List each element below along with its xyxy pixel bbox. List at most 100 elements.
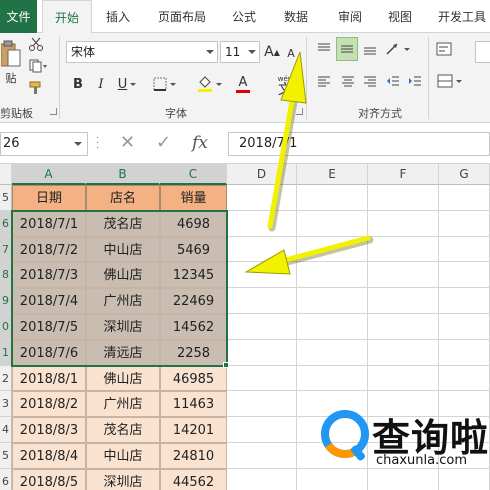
decrease-font-button[interactable]: A xyxy=(283,43,299,63)
row-header[interactable]: 4 xyxy=(0,417,12,443)
empty-cell[interactable] xyxy=(227,468,297,490)
font-name-combo[interactable]: 宋体 xyxy=(66,41,218,63)
column-header-a[interactable]: A xyxy=(12,164,86,185)
select-all-corner[interactable] xyxy=(0,164,12,185)
empty-cell[interactable] xyxy=(439,314,490,340)
row-header[interactable]: 6 xyxy=(0,210,12,237)
indent-decrease-button[interactable] xyxy=(383,71,403,91)
paste-button[interactable]: 贴 xyxy=(0,35,22,91)
font-color-button[interactable]: A xyxy=(228,73,258,95)
empty-cell[interactable] xyxy=(227,210,297,237)
table-header-cell[interactable]: 店名 xyxy=(86,185,160,211)
empty-cell[interactable] xyxy=(439,339,490,366)
empty-cell[interactable] xyxy=(227,288,297,314)
column-header-f[interactable]: F xyxy=(368,164,439,185)
empty-cell[interactable] xyxy=(297,236,368,263)
table-cell[interactable]: 5469 xyxy=(160,236,227,263)
empty-cell[interactable] xyxy=(368,210,439,237)
empty-cell[interactable] xyxy=(227,262,297,289)
table-cell[interactable]: 2018/8/3 xyxy=(12,417,86,443)
empty-cell[interactable] xyxy=(368,262,439,289)
table-cell[interactable]: 佛山店 xyxy=(86,365,160,392)
row-header[interactable]: 5 xyxy=(0,185,12,211)
empty-cell[interactable] xyxy=(368,339,439,366)
empty-cell[interactable] xyxy=(227,365,297,392)
table-cell[interactable]: 2018/7/5 xyxy=(12,314,86,340)
table-cell[interactable]: 广州店 xyxy=(86,391,160,418)
empty-cell[interactable] xyxy=(297,314,368,340)
table-cell[interactable]: 14201 xyxy=(160,417,227,443)
phonetic-button[interactable]: wén 文 xyxy=(272,73,298,99)
align-left-button[interactable] xyxy=(314,71,334,91)
table-cell[interactable]: 清远店 xyxy=(86,339,160,366)
column-header-e[interactable]: E xyxy=(297,164,368,185)
empty-cell[interactable] xyxy=(368,288,439,314)
orientation-button[interactable] xyxy=(383,39,411,59)
empty-cell[interactable] xyxy=(297,365,368,392)
row-header[interactable]: 9 xyxy=(0,288,12,314)
column-header-c[interactable]: C xyxy=(160,164,227,185)
wrap-text-button[interactable] xyxy=(434,39,454,59)
empty-cell[interactable] xyxy=(297,185,368,211)
table-cell[interactable]: 11463 xyxy=(160,391,227,418)
table-cell[interactable]: 2018/7/2 xyxy=(12,236,86,263)
row-header[interactable]: 6 xyxy=(0,468,12,490)
table-cell[interactable]: 46985 xyxy=(160,365,227,392)
table-cell[interactable]: 12345 xyxy=(160,262,227,289)
empty-cell[interactable] xyxy=(439,365,490,392)
enter-icon[interactable]: ✓ xyxy=(156,132,171,153)
font-size-combo[interactable]: 11 xyxy=(220,41,260,63)
table-cell[interactable]: 深圳店 xyxy=(86,314,160,340)
empty-cell[interactable] xyxy=(227,314,297,340)
tab-home[interactable]: 开始 xyxy=(42,0,92,34)
empty-cell[interactable] xyxy=(368,365,439,392)
merge-center-button[interactable] xyxy=(434,71,464,91)
italic-button[interactable]: I xyxy=(92,73,110,95)
table-cell[interactable]: 2018/8/4 xyxy=(12,443,86,469)
table-cell[interactable]: 广州店 xyxy=(86,288,160,314)
insert-function-button[interactable]: fx xyxy=(192,133,208,153)
table-cell[interactable]: 茂名店 xyxy=(86,417,160,443)
formula-input[interactable]: 2018/7/1 xyxy=(228,132,490,156)
column-header-b[interactable]: B xyxy=(86,164,160,185)
format-painter-icon[interactable] xyxy=(27,79,45,97)
tab-page-layout[interactable]: 页面布局 xyxy=(158,0,206,33)
empty-cell[interactable] xyxy=(227,185,297,211)
tab-developer[interactable]: 开发工具 xyxy=(438,0,486,33)
column-header-d[interactable]: D xyxy=(227,164,297,185)
empty-cell[interactable] xyxy=(297,262,368,289)
cut-icon[interactable] xyxy=(27,35,45,53)
table-cell[interactable]: 深圳店 xyxy=(86,468,160,490)
fill-handle[interactable] xyxy=(223,361,229,368)
empty-cell[interactable] xyxy=(227,236,297,263)
table-cell[interactable]: 佛山店 xyxy=(86,262,160,289)
table-cell[interactable]: 4698 xyxy=(160,210,227,237)
row-header[interactable]: 5 xyxy=(0,443,12,469)
empty-cell[interactable] xyxy=(439,262,490,289)
row-header[interactable]: 7 xyxy=(0,236,12,263)
indent-increase-button[interactable] xyxy=(405,71,425,91)
table-header-cell[interactable]: 日期 xyxy=(12,185,86,211)
table-cell[interactable]: 2018/8/2 xyxy=(12,391,86,418)
font-launcher-icon[interactable] xyxy=(296,108,303,115)
tab-data[interactable]: 数据 xyxy=(284,0,308,33)
row-header[interactable]: 3 xyxy=(0,391,12,418)
tab-file[interactable]: 文件 xyxy=(0,0,37,33)
row-header[interactable]: 1 xyxy=(0,339,12,366)
empty-cell[interactable] xyxy=(368,314,439,340)
empty-cell[interactable] xyxy=(227,339,297,366)
row-header[interactable]: 0 xyxy=(0,314,12,340)
tab-view[interactable]: 视图 xyxy=(388,0,412,33)
empty-cell[interactable] xyxy=(227,391,297,418)
table-cell[interactable]: 2018/8/5 xyxy=(12,468,86,490)
increase-font-button[interactable]: A ▲ xyxy=(263,41,281,63)
tab-review[interactable]: 审阅 xyxy=(338,0,362,33)
empty-cell[interactable] xyxy=(227,443,297,469)
fill-color-button[interactable] xyxy=(194,73,224,95)
table-cell[interactable]: 2018/7/4 xyxy=(12,288,86,314)
row-header[interactable]: 2 xyxy=(0,365,12,392)
table-cell[interactable]: 24810 xyxy=(160,443,227,469)
name-box[interactable]: 26 xyxy=(0,132,88,156)
empty-cell[interactable] xyxy=(439,185,490,211)
table-cell[interactable]: 22469 xyxy=(160,288,227,314)
